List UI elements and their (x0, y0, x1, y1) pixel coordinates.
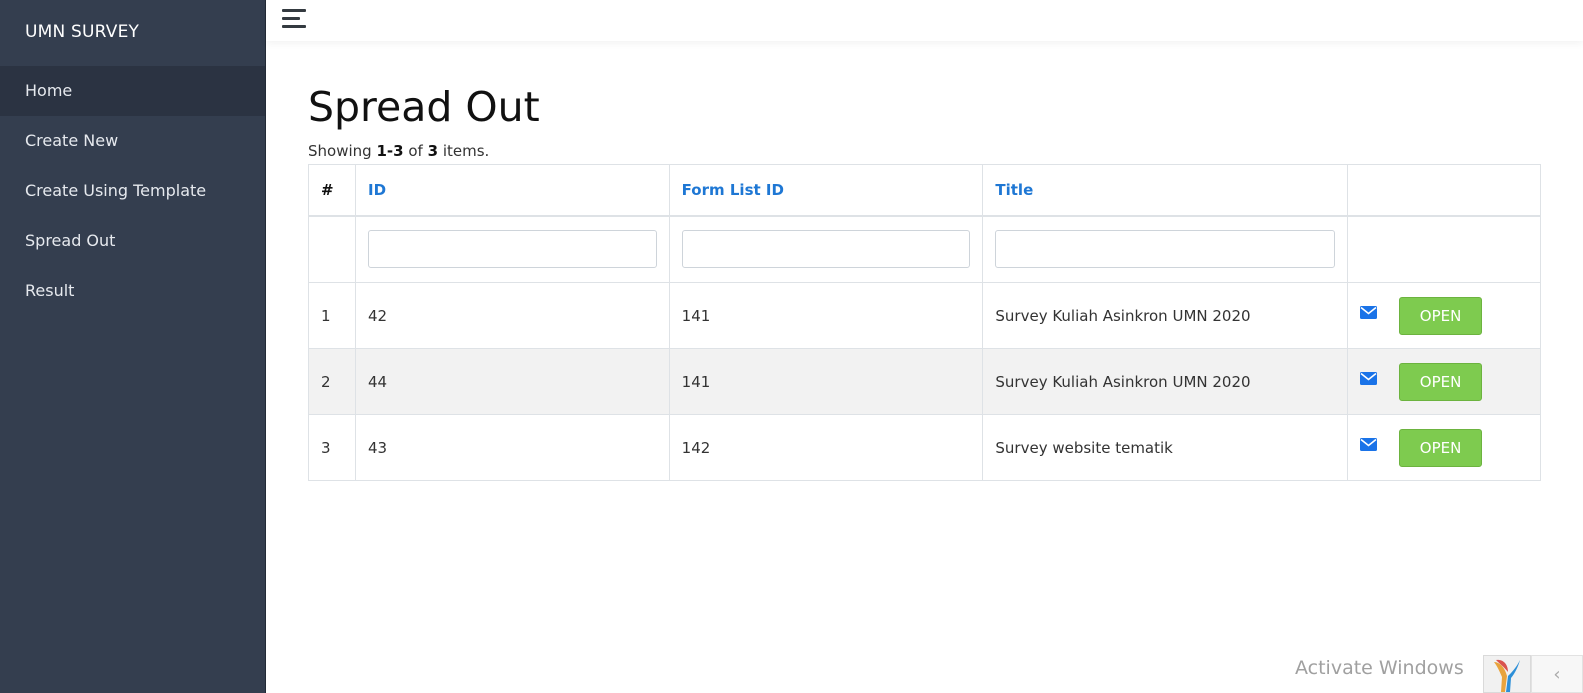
top-navbar (266, 0, 1583, 41)
sidebar-item-create-new[interactable]: Create New (0, 116, 265, 166)
summary-of: of (408, 142, 423, 160)
summary-prefix: Showing (308, 142, 372, 160)
cell-actions: OPEN (1347, 348, 1541, 415)
cell-title: Survey Kuliah Asinkron UMN 2020 (982, 348, 1349, 415)
cell-num: 3 (308, 414, 356, 481)
cell-actions: OPEN (1347, 282, 1541, 349)
filter-id-input[interactable] (367, 230, 657, 269)
envelope-icon[interactable] (1360, 306, 1378, 319)
cell-actions: OPEN (1347, 414, 1541, 481)
sort-id-link[interactable]: ID (368, 181, 386, 199)
filter-form-list-id-input[interactable] (681, 230, 971, 269)
cell-form-list-id: 142 (668, 414, 984, 481)
chevron-left-icon[interactable]: ‹ (1531, 655, 1583, 693)
cell-num: 1 (308, 282, 356, 349)
cell-title: Survey Kuliah Asinkron UMN 2020 (982, 282, 1349, 349)
header-num: # (308, 164, 356, 216)
spread-out-table: # ID Form List ID Title 1 42 141 Survey … (308, 164, 1541, 481)
filter-row (308, 214, 1541, 283)
sidebar-item-spread-out[interactable]: Spread Out (0, 216, 265, 266)
filter-cell-actions (1347, 214, 1541, 283)
sort-title-link[interactable]: Title (995, 181, 1033, 199)
cell-form-list-id: 141 (668, 348, 984, 415)
cell-title: Survey website tematik (982, 414, 1349, 481)
cell-num: 2 (308, 348, 356, 415)
cell-id: 43 (354, 414, 670, 481)
summary-range: 1-3 (376, 142, 404, 160)
table-row: 1 42 141 Survey Kuliah Asinkron UMN 2020… (308, 282, 1541, 349)
summary-text: Showing 1-3 of 3 items. (308, 142, 1541, 164)
sidebar: UMN SURVEY Home Create New Create Using … (0, 0, 266, 693)
summary-suffix: items. (442, 142, 490, 160)
table-row: 3 43 142 Survey website tematik OPEN (308, 414, 1541, 481)
activate-windows-watermark: Activate Windows (1295, 657, 1464, 679)
cell-id: 42 (354, 282, 670, 349)
sort-form-list-id-link[interactable]: Form List ID (682, 181, 784, 199)
envelope-icon[interactable] (1360, 438, 1378, 451)
main-content: Spread Out Showing 1-3 of 3 items. # ID … (308, 41, 1541, 481)
page-title: Spread Out (308, 83, 540, 131)
table-header-row: # ID Form List ID Title (308, 164, 1541, 216)
hamburger-icon[interactable] (282, 8, 308, 30)
filter-title-input[interactable] (995, 230, 1336, 269)
debug-toolbar-logo[interactable] (1483, 655, 1531, 693)
sidebar-item-home[interactable]: Home (0, 66, 265, 116)
table-row: 2 44 141 Survey Kuliah Asinkron UMN 2020… (308, 348, 1541, 415)
open-button[interactable]: OPEN (1399, 296, 1483, 335)
open-button[interactable]: OPEN (1399, 428, 1483, 467)
header-actions (1347, 164, 1541, 216)
open-button[interactable]: OPEN (1399, 362, 1483, 401)
brand-title[interactable]: UMN SURVEY (0, 0, 265, 66)
yii-logo-icon (1494, 659, 1520, 692)
cell-id: 44 (354, 348, 670, 415)
summary-total: 3 (427, 142, 439, 160)
sidebar-item-result[interactable]: Result (0, 266, 265, 316)
filter-cell-empty (308, 214, 356, 283)
cell-form-list-id: 141 (668, 282, 984, 349)
sidebar-item-create-using-template[interactable]: Create Using Template (0, 166, 265, 216)
envelope-icon[interactable] (1360, 372, 1378, 385)
